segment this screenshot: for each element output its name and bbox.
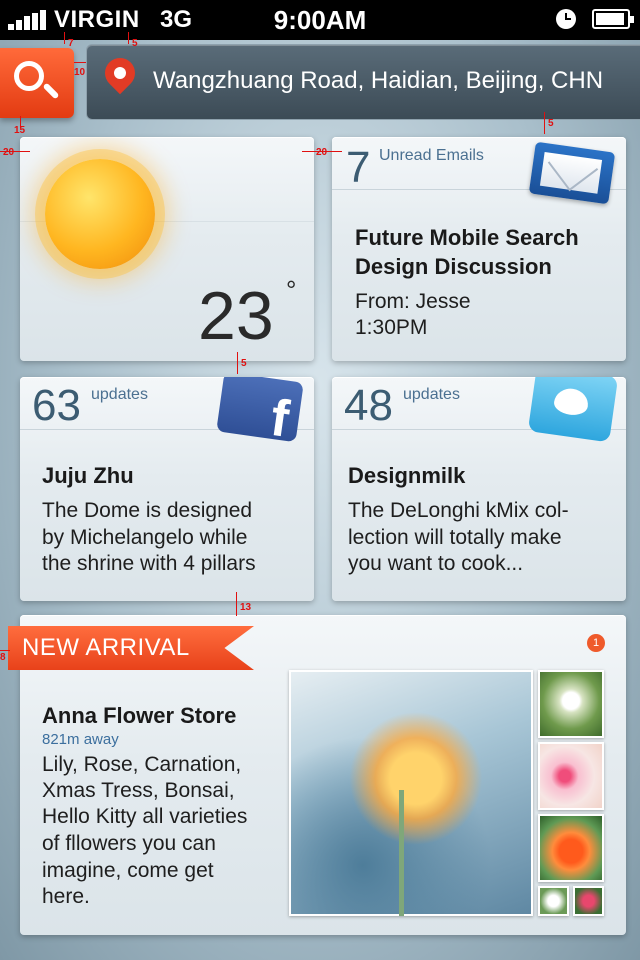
twitter-author: Designmilk xyxy=(348,463,466,488)
location-text: Wangzhuang Road, Haidian, Beijing, CHN xyxy=(153,67,604,94)
twitter-icon xyxy=(527,377,619,443)
notification-badge[interactable]: 1 xyxy=(587,634,605,652)
facebook-updates-label: updates xyxy=(91,386,148,403)
flower-thumbnail[interactable] xyxy=(538,670,604,738)
facebook-body-line2: by Michelangelo while xyxy=(42,526,248,549)
store-body-line1: Lily, Rose, Carnation, xyxy=(42,753,242,776)
measure-label: 5 xyxy=(548,118,554,129)
measure-line xyxy=(74,62,86,63)
measure-label: 20 xyxy=(3,147,15,158)
facebook-card[interactable]: 63 updates f Juju Zhu The Dome is design… xyxy=(20,377,314,601)
alarm-clock-icon xyxy=(556,9,576,29)
flower-thumbnail[interactable] xyxy=(538,742,604,810)
weather-card[interactable]: 23 ° xyxy=(20,137,314,361)
twitter-updates-label: updates xyxy=(403,386,460,403)
degree-symbol: ° xyxy=(286,275,297,305)
store-body-line5: imagine, come get xyxy=(42,859,214,882)
email-subject-line1: Future Mobile Search xyxy=(355,225,579,250)
measure-line xyxy=(128,32,129,44)
unread-email-count: 7 xyxy=(346,143,371,192)
facebook-icon: f xyxy=(216,377,304,449)
sun-icon xyxy=(45,159,155,269)
store-distance: 821m away xyxy=(42,731,119,748)
twitter-body-line2: lection will totally make xyxy=(348,526,562,549)
email-subject-line2: Design Discussion xyxy=(355,254,552,279)
measure-line xyxy=(0,650,10,651)
mail-icon xyxy=(528,141,616,205)
measure-label: 7 xyxy=(68,38,74,49)
store-body-line3: Hello Kitty all varieties xyxy=(42,805,248,828)
store-name: Anna Flower Store xyxy=(42,703,237,728)
flower-main-photo[interactable] xyxy=(289,670,533,916)
store-body-line2: Xmas Tress, Bonsai, xyxy=(42,779,235,802)
temperature: 23 xyxy=(198,278,274,354)
status-bar: VIRGIN 3G 9:00AM xyxy=(0,0,640,40)
measure-label: 5 xyxy=(132,38,138,49)
flower-thumbnail[interactable] xyxy=(538,814,604,882)
measure-label: 5 xyxy=(241,358,247,369)
new-arrival-label: NEW ARRIVAL xyxy=(22,634,190,661)
twitter-body-line3: you want to cook... xyxy=(348,552,524,575)
facebook-body-line1: The Dome is designed xyxy=(42,499,253,522)
email-card[interactable]: 7 Unread Emails Future Mobile Search Des… xyxy=(332,137,626,361)
twitter-update-count: 48 xyxy=(344,381,393,430)
facebook-update-count: 63 xyxy=(32,381,81,430)
measure-line xyxy=(64,32,65,44)
email-from: From: Jesse xyxy=(355,290,471,313)
measure-line xyxy=(544,112,545,134)
battery-icon xyxy=(592,9,634,29)
twitter-card[interactable]: 48 updates Designmilk The DeLonghi kMix … xyxy=(332,377,626,601)
flower-thumbnail[interactable] xyxy=(538,886,569,916)
measure-label: 8 xyxy=(0,652,6,663)
flower-thumbnail[interactable] xyxy=(573,886,604,916)
measure-label: 15 xyxy=(14,125,26,136)
email-time: 1:30PM xyxy=(355,316,428,339)
map-pin-icon xyxy=(98,51,142,95)
measure-line xyxy=(237,352,238,374)
search-icon xyxy=(14,61,44,91)
search-icon-handle xyxy=(42,82,60,100)
measure-label: 20 xyxy=(316,147,328,158)
flower-stem xyxy=(399,790,404,916)
location-bar[interactable]: Wangzhuang Road, Haidian, Beijing, CHN xyxy=(86,44,640,120)
store-body-line4: of fllowers you can xyxy=(42,832,216,855)
measure-label: 13 xyxy=(240,602,252,613)
measure-line xyxy=(236,592,237,616)
unread-email-label: Unread Emails xyxy=(379,147,484,164)
twitter-body-line1: The DeLonghi kMix col- xyxy=(348,499,569,522)
measure-label: 10 xyxy=(74,67,86,78)
new-arrival-ribbon: NEW ARRIVAL xyxy=(8,626,254,670)
facebook-body-line3: the shrine with 4 pillars xyxy=(42,552,256,575)
search-button[interactable] xyxy=(0,48,74,118)
status-time: 9:00AM xyxy=(273,5,367,35)
facebook-author: Juju Zhu xyxy=(42,463,134,488)
store-body-line6: here. xyxy=(42,885,90,908)
